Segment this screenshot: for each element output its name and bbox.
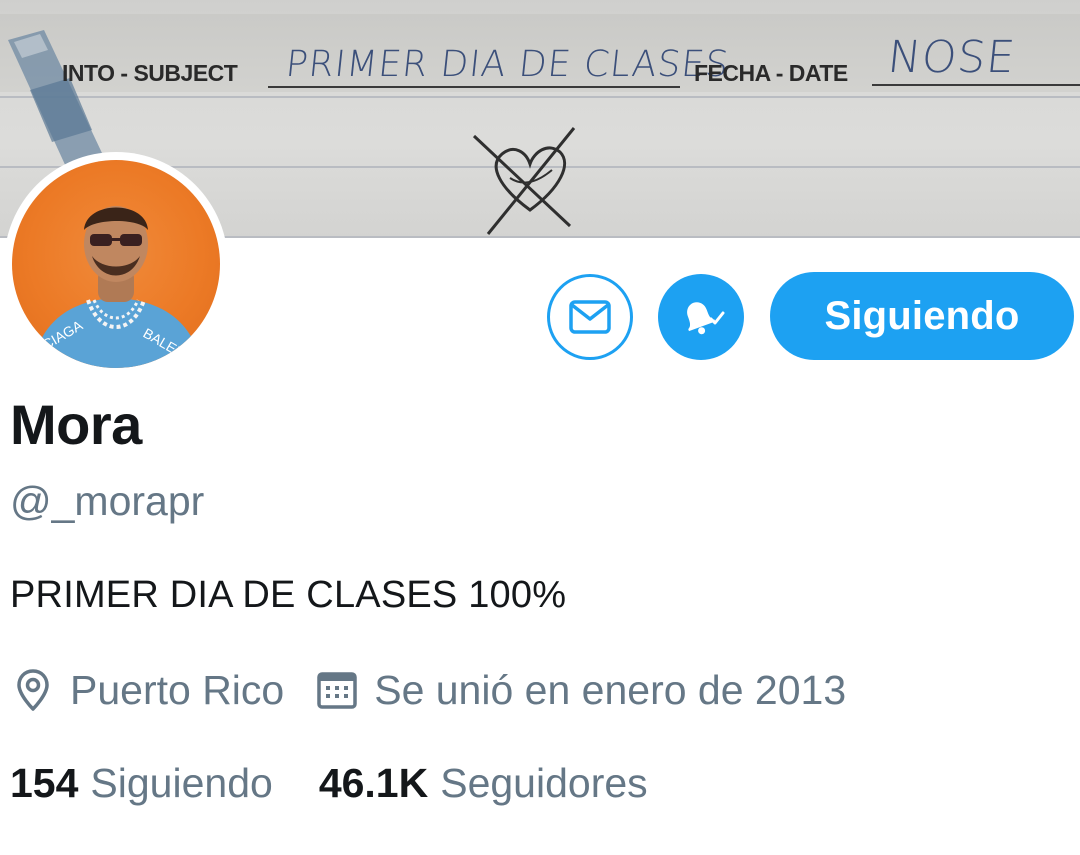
subject-printed-label: INTO - SUBJECT — [62, 60, 238, 86]
followers-stat[interactable]: 46.1K Seguidores — [319, 760, 648, 807]
followers-count: 46.1K — [318, 760, 429, 806]
subject-handwritten-text: PRIMER DIA DE CLASES — [283, 44, 732, 85]
profile-avatar[interactable]: CIAGA BALENC — [4, 152, 228, 376]
profile-bio: PRIMER DIA DE CLASES 100% — [10, 574, 567, 616]
user-handle: @_morapr — [10, 478, 205, 524]
subject-underline — [268, 86, 680, 88]
notifications-button[interactable] — [658, 274, 744, 360]
avatar-photo: CIAGA BALENC — [32, 206, 202, 368]
banner-ruled-line — [0, 96, 1080, 98]
bell-icon — [687, 302, 725, 335]
location-pin-icon — [12, 665, 54, 715]
following-label: Siguiendo — [90, 760, 273, 806]
location-text: Puerto Rico — [70, 666, 285, 713]
follow-stats: 154 Siguiendo 46.1K Seguidores — [10, 760, 648, 807]
message-button[interactable] — [547, 274, 633, 360]
following-count: 154 — [10, 760, 79, 806]
display-name: Mora — [10, 393, 142, 456]
date-handwritten-text: NOSE — [885, 32, 1018, 83]
followers-label: Seguidores — [440, 760, 648, 806]
date-underline — [872, 84, 1080, 86]
joined-date-text: Se unió en enero de 2013 — [374, 666, 847, 713]
profile-meta: Puerto Rico Se unió en enero de 2013 — [12, 665, 846, 715]
date-printed-label: FECHA - DATE — [694, 60, 848, 86]
envelope-icon — [569, 300, 611, 334]
following-button[interactable]: Siguiendo — [770, 272, 1074, 360]
following-stat[interactable]: 154 Siguiendo — [10, 760, 273, 807]
crossed-heart-doodle — [472, 127, 576, 235]
calendar-icon — [314, 667, 360, 713]
